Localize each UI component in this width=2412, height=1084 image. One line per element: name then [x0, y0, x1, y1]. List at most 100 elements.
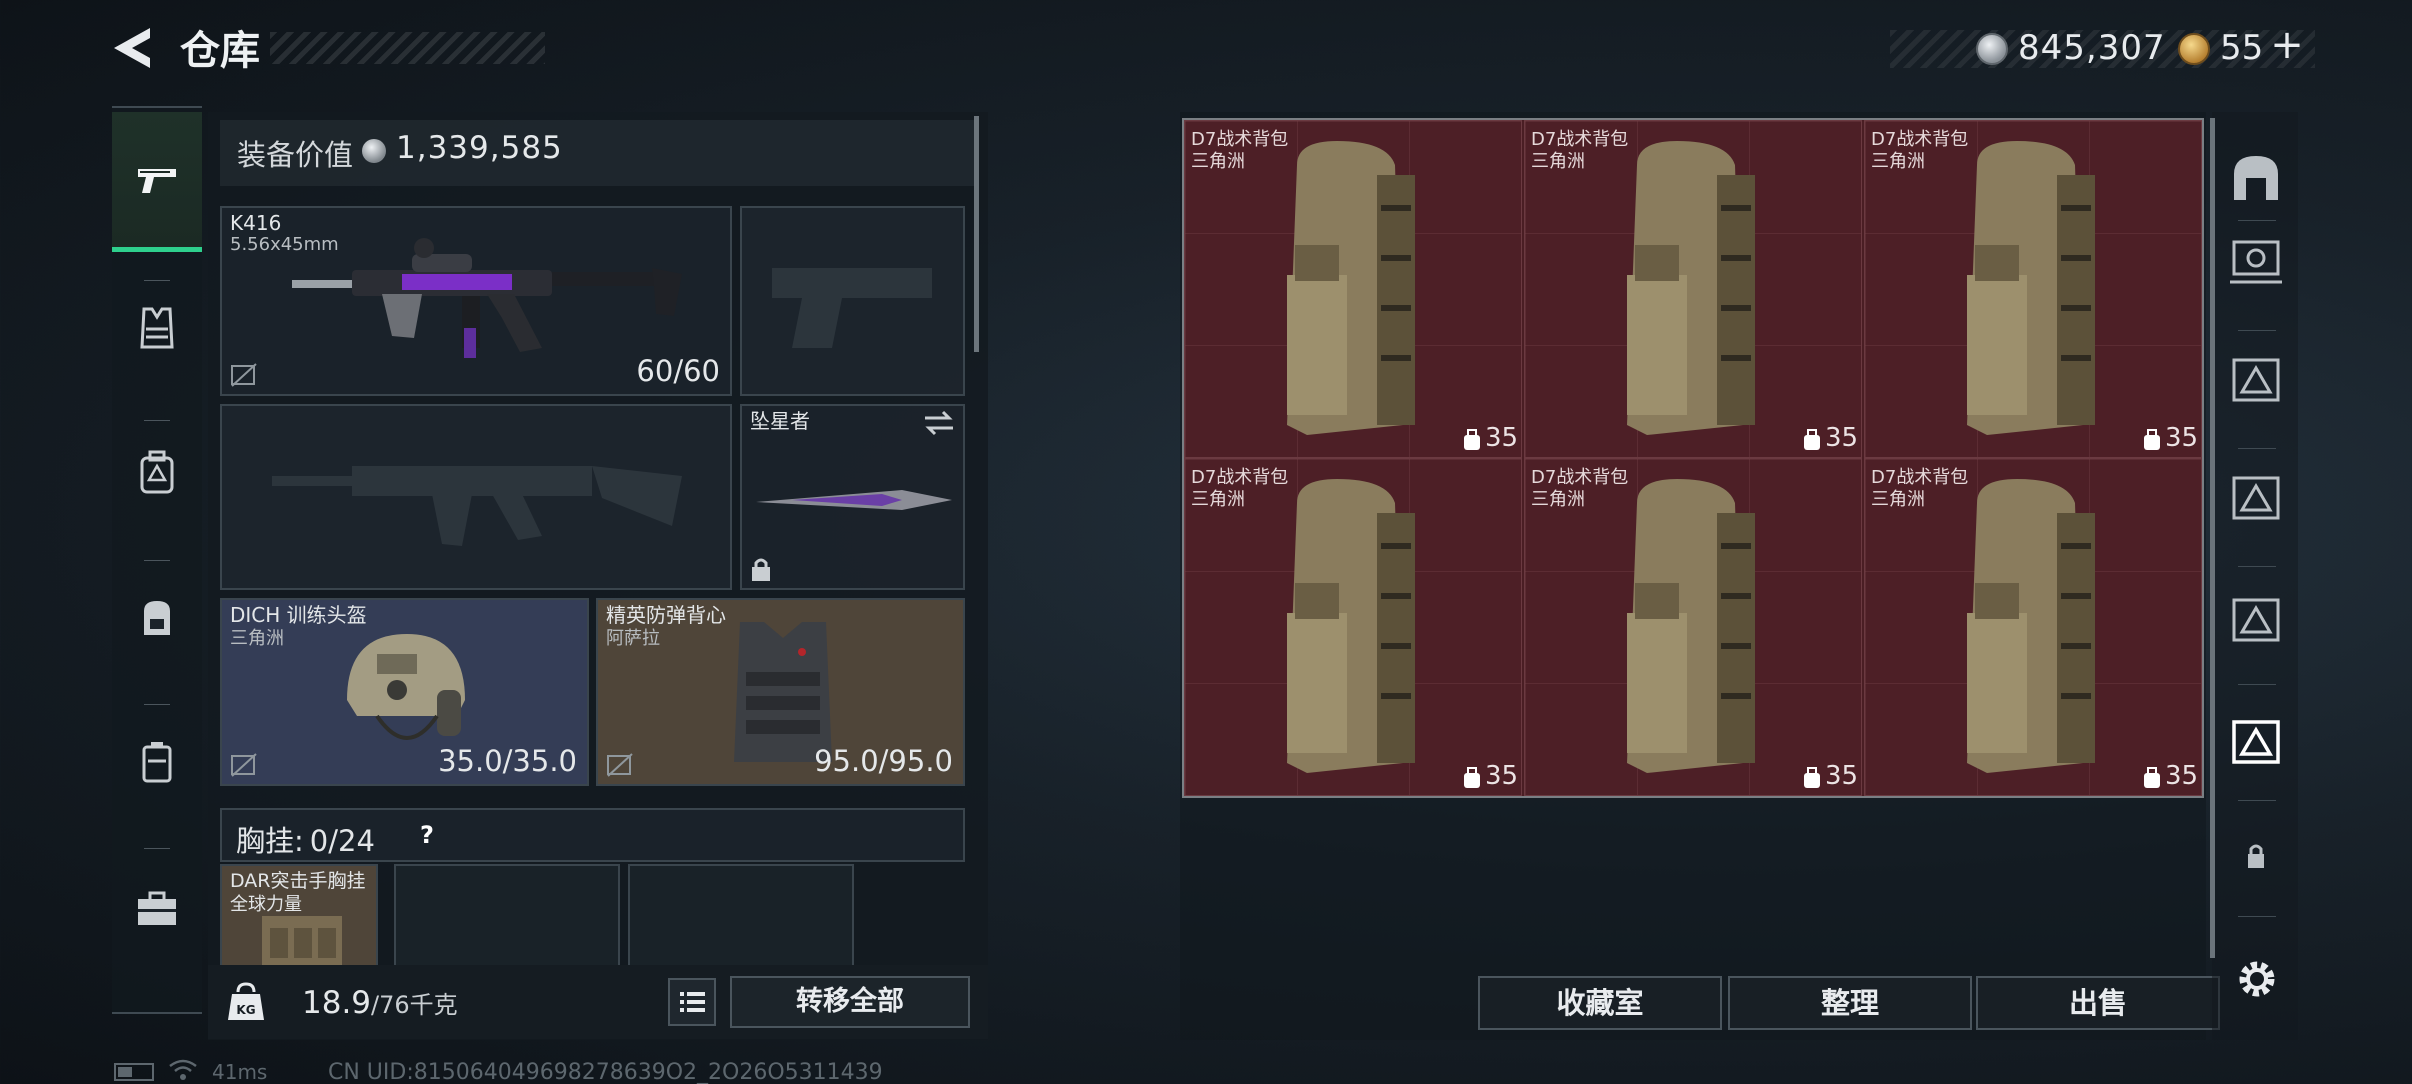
storage-tab-box[interactable]	[2226, 228, 2286, 288]
capacity-bag-icon	[1804, 429, 1820, 450]
weight-value: 18.9/76千克	[302, 985, 458, 1021]
battery-level	[118, 1067, 132, 1077]
silver-coin-icon	[1976, 33, 2008, 65]
equipment-value-label: 装备价值	[237, 138, 354, 172]
item-faction: 三角洲	[1531, 489, 1585, 510]
lock-icon	[752, 558, 770, 581]
melee-name: 坠星者	[750, 409, 810, 433]
weapon-durability: 60/60	[636, 354, 720, 388]
helmet-slot[interactable]: DICH 训练头盔 三角洲 35.0/35.0	[220, 598, 589, 786]
case-icon	[142, 742, 172, 783]
toolbox-icon	[138, 891, 176, 925]
warning-crate-icon-2	[2232, 476, 2280, 520]
chest-rig-slot-empty[interactable]	[628, 864, 854, 974]
help-button[interactable]: ?	[410, 818, 444, 852]
storage-item[interactable]: D7战术背包 三角洲 35	[1524, 120, 1862, 458]
nav-armor[interactable]	[112, 258, 202, 398]
warning-crate-icon-3	[2232, 598, 2280, 642]
backpack-image	[1967, 479, 2095, 773]
storage-tab-crate-4-active[interactable]	[2226, 712, 2286, 772]
arch-icon	[2234, 156, 2278, 200]
back-arrow-icon[interactable]	[110, 24, 154, 72]
equipment-scrollbar[interactable]	[974, 116, 979, 352]
storage-tab-crate-2[interactable]	[2226, 468, 2286, 528]
melee-slot[interactable]: 坠星者	[740, 404, 965, 590]
nav-backpack-plus[interactable]	[112, 403, 202, 543]
no-insurance-icon	[231, 363, 257, 387]
nav-toolbox[interactable]	[112, 838, 202, 978]
chest-rig-count: 0/24	[309, 824, 375, 858]
backpack-image	[1287, 141, 1415, 435]
swap-icon[interactable]	[923, 410, 955, 436]
settings-button[interactable]	[2232, 954, 2282, 1004]
nav-backpack[interactable]	[112, 548, 202, 688]
player-uid: CN UID:815064049698278639O2_2O26O5311439	[328, 1060, 883, 1084]
warning-crate-icon-4	[2232, 720, 2280, 764]
no-insurance-icon	[231, 753, 257, 777]
capacity-bag-icon	[1804, 767, 1820, 788]
storage-tab-locked[interactable]	[2236, 836, 2276, 876]
storage-item[interactable]: D7战术背包 三角洲 35	[1864, 458, 2202, 796]
backpack-icon	[144, 601, 170, 635]
transfer-all-button[interactable]: 转移全部	[730, 976, 970, 1028]
vest-icon	[140, 307, 174, 349]
storage-tab-arch[interactable]	[2226, 148, 2286, 208]
storage-tab-crate-3[interactable]	[2226, 590, 2286, 650]
storage-item[interactable]: D7战术背包 三角洲 35	[1524, 458, 1862, 796]
sort-button[interactable]: 整理	[1728, 976, 1972, 1030]
item-faction: 三角洲	[1871, 489, 1925, 510]
backpack-image	[1627, 141, 1755, 435]
collection-room-button[interactable]: 收藏室	[1478, 976, 1722, 1030]
capacity-bag-icon	[2144, 429, 2160, 450]
backpack-image	[1627, 479, 1755, 773]
wifi-icon	[169, 1059, 197, 1080]
storage-item[interactable]: D7战术背包 三角洲 35	[1184, 120, 1522, 458]
list-icon	[680, 992, 705, 1012]
item-capacity: 35	[2165, 761, 2199, 791]
storage-item[interactable]: D7战术背包 三角洲 35	[1864, 120, 2202, 458]
left-category-nav	[112, 106, 202, 1014]
gold-coin-icon	[2178, 33, 2210, 65]
helmet-faction: 三角洲	[230, 628, 284, 649]
equipment-value: 1,339,585	[396, 130, 563, 166]
storage-item[interactable]: D7战术背包 三角洲 35	[1184, 458, 1522, 796]
nav-case[interactable]	[112, 692, 202, 832]
pistol-silhouette-icon	[772, 268, 932, 348]
chest-rig-name: DAR突击手胸挂	[230, 870, 366, 892]
chest-rig-item[interactable]: DAR突击手胸挂 全球力量	[220, 864, 378, 976]
capacity-bag-icon	[2144, 767, 2160, 788]
armor-slot[interactable]: 精英防弹背心 阿萨拉 95.0/95.0	[596, 598, 965, 786]
armor-name: 精英防弹背心	[606, 603, 726, 627]
no-insurance-icon	[607, 753, 633, 777]
right-nav-scrollbar[interactable]	[2210, 118, 2215, 958]
chest-rig-slot-empty[interactable]	[394, 864, 620, 974]
item-faction: 三角洲	[1191, 151, 1245, 172]
page-title: 仓库	[180, 28, 260, 74]
svg-text:KG: KG	[236, 1003, 255, 1017]
armor-faction: 阿萨拉	[606, 628, 660, 649]
pistol-slot[interactable]	[740, 206, 965, 396]
item-faction: 三角洲	[1871, 151, 1925, 172]
capacity-bag-icon	[1464, 429, 1480, 450]
helmet-durability: 35.0/35.0	[438, 744, 577, 778]
backpack-image	[1287, 479, 1415, 773]
pistol-icon	[138, 168, 176, 193]
list-view-button[interactable]	[668, 978, 716, 1026]
backpack-image	[1967, 141, 2095, 435]
warning-crate-icon-1	[2232, 358, 2280, 402]
add-currency-button[interactable]: +	[2264, 22, 2310, 68]
item-faction: 三角洲	[1531, 151, 1585, 172]
chest-rig-label: 胸挂: 0/24	[236, 824, 375, 858]
storage-tab-crate-1[interactable]	[2226, 350, 2286, 410]
lock-icon	[2248, 844, 2264, 868]
armor-durability: 95.0/95.0	[814, 744, 953, 778]
title-decoration	[270, 32, 545, 64]
primary-weapon-slot[interactable]: K416 5.56x45mm 60/60	[220, 206, 732, 396]
nav-weapons[interactable]	[112, 112, 202, 252]
secondary-weapon-slot[interactable]	[220, 404, 732, 590]
silver-coin-icon	[362, 139, 386, 163]
gold-coin-value: 55	[2220, 28, 2264, 68]
sell-button[interactable]: 出售	[1976, 976, 2220, 1030]
item-capacity: 35	[1825, 761, 1859, 791]
rifle-silhouette-icon	[272, 466, 682, 546]
